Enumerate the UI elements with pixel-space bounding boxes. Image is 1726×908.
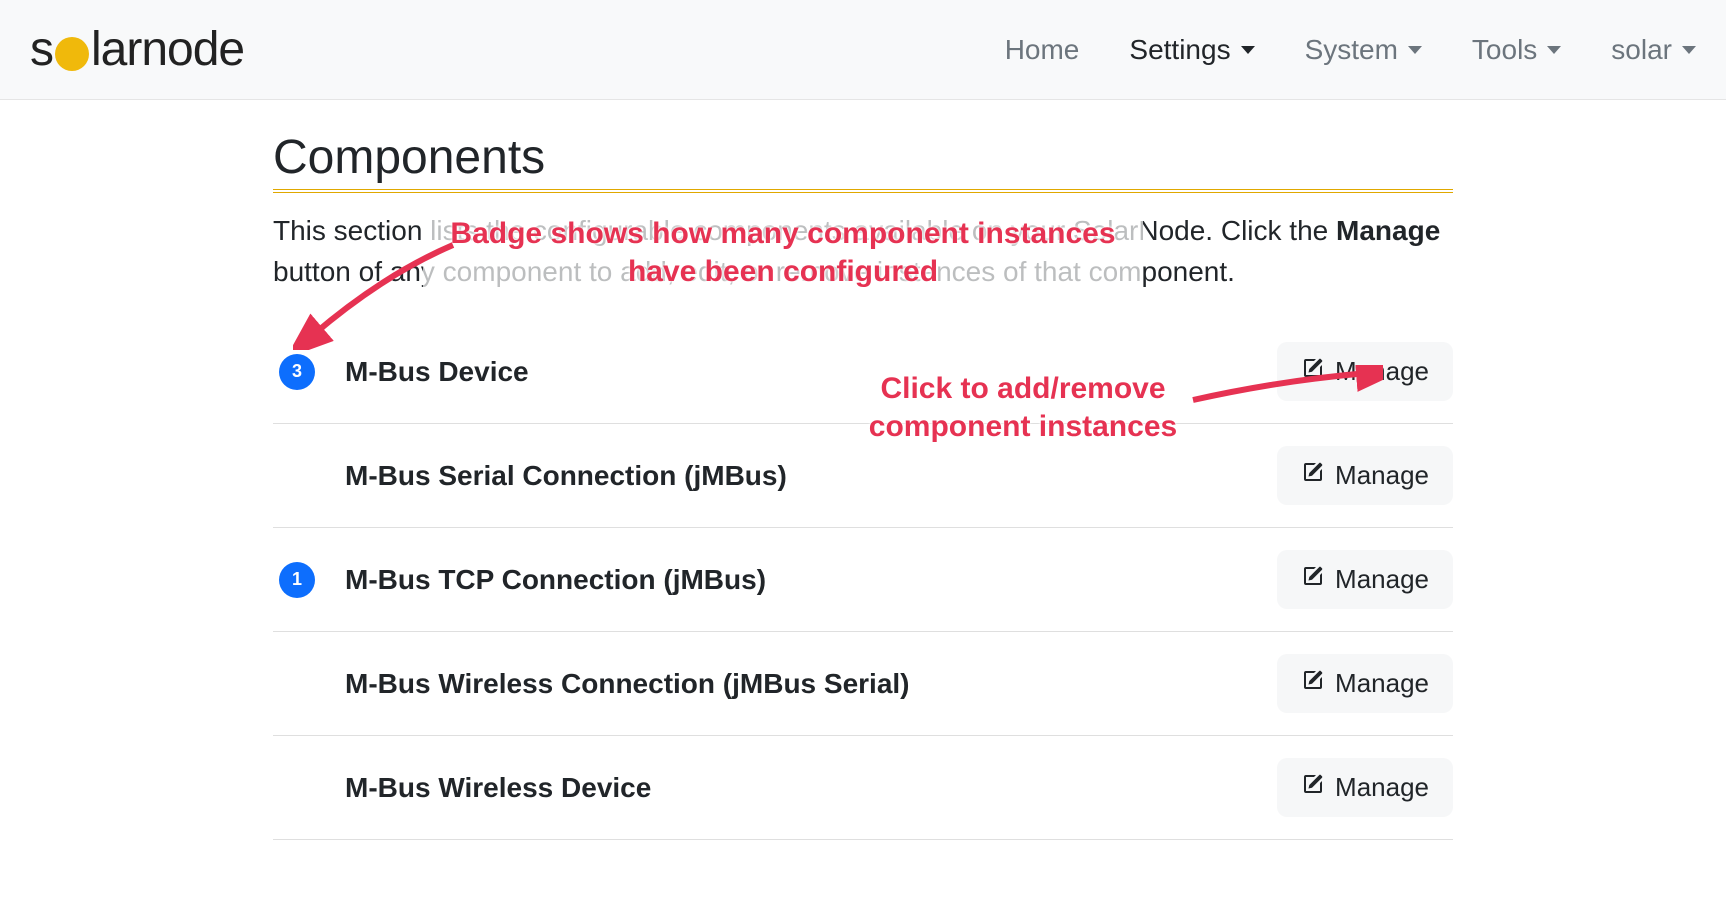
component-row: M-Bus Wireless Connection (jMBus Serial)… bbox=[273, 632, 1453, 736]
edit-icon bbox=[1301, 772, 1325, 803]
top-nav: s larnode Home Settings System Tools sola… bbox=[0, 0, 1726, 100]
count-badge: 3 bbox=[279, 354, 315, 390]
intro-post: button of any component to add, edit, or… bbox=[273, 256, 1235, 287]
brand-text-pre: s bbox=[30, 22, 53, 77]
caret-down-icon bbox=[1241, 46, 1255, 54]
manage-button-label: Manage bbox=[1335, 356, 1429, 387]
intro-strong: Manage bbox=[1336, 215, 1440, 246]
brand-dot-icon bbox=[55, 37, 89, 71]
nav-system[interactable]: System bbox=[1305, 34, 1422, 66]
nav-settings-label: Settings bbox=[1129, 34, 1230, 66]
component-name: M-Bus Wireless Connection (jMBus Serial) bbox=[345, 668, 1253, 700]
component-name: M-Bus Device bbox=[345, 356, 1253, 388]
main-content: Components This section lists the config… bbox=[253, 130, 1473, 840]
nav-tools-label: Tools bbox=[1472, 34, 1537, 66]
component-name: M-Bus TCP Connection (jMBus) bbox=[345, 564, 1253, 596]
nav-user-label: solar bbox=[1611, 34, 1672, 66]
caret-down-icon bbox=[1408, 46, 1422, 54]
manage-button-label: Manage bbox=[1335, 668, 1429, 699]
badge-slot: 1 bbox=[273, 562, 321, 598]
nav-tools[interactable]: Tools bbox=[1472, 34, 1561, 66]
component-row: M-Bus Wireless Device Manage bbox=[273, 736, 1453, 840]
component-row: 1 M-Bus TCP Connection (jMBus) Manage bbox=[273, 528, 1453, 632]
nav-user[interactable]: solar bbox=[1611, 34, 1696, 66]
caret-down-icon bbox=[1547, 46, 1561, 54]
component-name: M-Bus Serial Connection (jMBus) bbox=[345, 460, 1253, 492]
nav-settings[interactable]: Settings bbox=[1129, 34, 1254, 66]
manage-button[interactable]: Manage bbox=[1277, 758, 1453, 817]
manage-button-label: Manage bbox=[1335, 772, 1429, 803]
manage-button-label: Manage bbox=[1335, 460, 1429, 491]
manage-button[interactable]: Manage bbox=[1277, 446, 1453, 505]
badge-slot: 3 bbox=[273, 354, 321, 390]
nav-home-label: Home bbox=[1005, 34, 1080, 66]
brand-text-post: larnode bbox=[91, 22, 244, 77]
component-name: M-Bus Wireless Device bbox=[345, 772, 1253, 804]
edit-icon bbox=[1301, 668, 1325, 699]
nav-home[interactable]: Home bbox=[1005, 34, 1080, 66]
manage-button[interactable]: Manage bbox=[1277, 550, 1453, 609]
page-intro: This section lists the configurable comp… bbox=[273, 211, 1453, 292]
edit-icon bbox=[1301, 460, 1325, 491]
edit-icon bbox=[1301, 564, 1325, 595]
nav-system-label: System bbox=[1305, 34, 1398, 66]
page-title: Components bbox=[273, 130, 1453, 193]
edit-icon bbox=[1301, 356, 1325, 387]
brand-logo[interactable]: s larnode bbox=[30, 22, 244, 77]
count-badge: 1 bbox=[279, 562, 315, 598]
intro-pre: This section lists the configurable comp… bbox=[273, 215, 1336, 246]
manage-button[interactable]: Manage bbox=[1277, 342, 1453, 401]
component-row: 3 M-Bus Device Manage bbox=[273, 332, 1453, 424]
manage-button[interactable]: Manage bbox=[1277, 654, 1453, 713]
caret-down-icon bbox=[1682, 46, 1696, 54]
component-row: M-Bus Serial Connection (jMBus) Manage bbox=[273, 424, 1453, 528]
component-list: 3M-Bus DeviceManageM-Bus Serial Connecti… bbox=[273, 332, 1453, 840]
nav-items: Home Settings System Tools solar bbox=[1005, 34, 1696, 66]
manage-button-label: Manage bbox=[1335, 564, 1429, 595]
